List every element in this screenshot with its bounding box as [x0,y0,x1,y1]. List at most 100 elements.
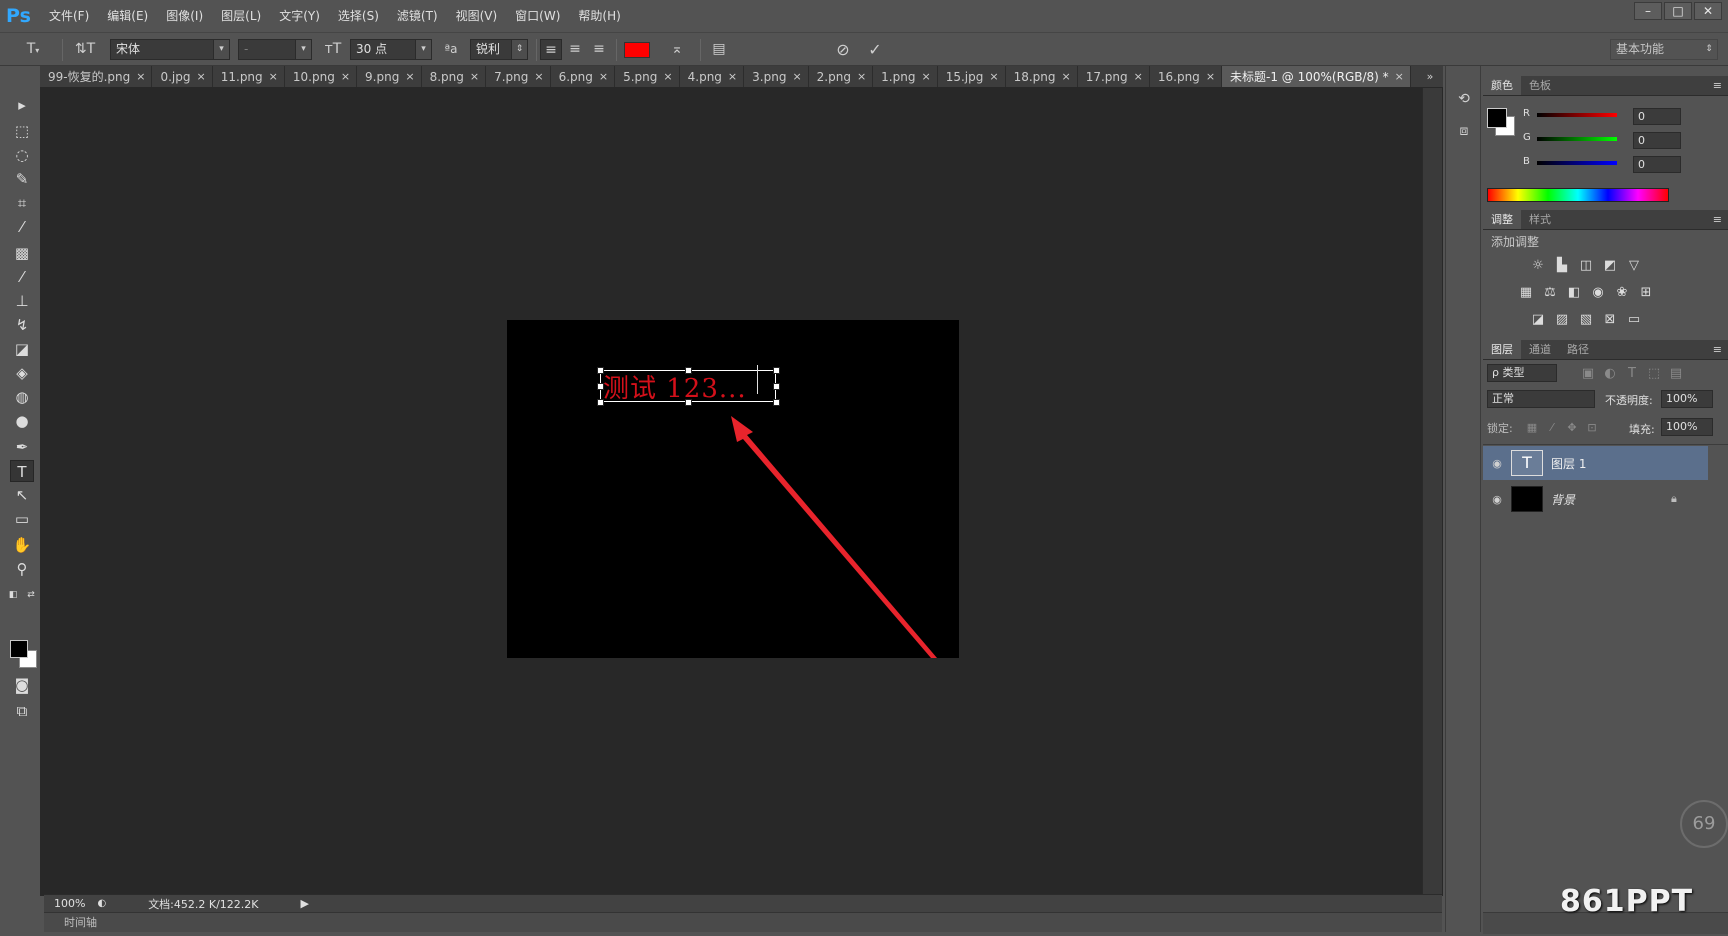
commit-edit-icon[interactable]: ✓ [864,39,886,60]
tab-adjustments[interactable]: 调整 [1483,210,1521,229]
layer-name[interactable]: 背景 [1551,491,1671,508]
hue-saturation-icon[interactable]: ▦ [1517,285,1535,301]
zoom-level[interactable]: 100% [54,897,85,910]
tab-paths[interactable]: 路径 [1559,340,1597,359]
threshold-icon[interactable]: ▧ [1577,312,1595,328]
default-colors-icon[interactable]: ◧ [6,584,20,606]
menu-help[interactable]: 帮助(H) [569,0,629,32]
antialias-select[interactable]: 锐利 ⇕ [470,39,528,60]
blue-slider[interactable] [1537,161,1617,165]
layer-filter-select[interactable]: ρ 类型 [1487,364,1557,382]
type-tool-icon[interactable]: T [10,460,34,482]
tab-close-icon[interactable]: × [1395,66,1404,87]
layer-row[interactable]: ◉ 背景 🔒︎ [1483,482,1708,516]
tab-close-icon[interactable]: × [197,66,206,87]
lasso-tool-icon[interactable]: ◌ [10,144,34,166]
document-tab[interactable]: 11.png × [213,66,285,87]
document-tab[interactable]: 6.png × [551,66,616,87]
menu-filter[interactable]: 滤镜(T) [388,0,447,32]
quick-mask-icon[interactable]: ◙ [10,674,34,696]
font-size-select[interactable]: 30 点 ▾ [350,39,432,60]
document-tab[interactable]: 99-恢复的.png × [40,66,153,87]
black-white-icon[interactable]: ◧ [1565,285,1583,301]
screen-mode-icon[interactable]: ⧉ [10,700,34,722]
color-spectrum-bar[interactable] [1487,188,1669,202]
channel-mixer-icon[interactable]: ❀ [1613,285,1631,301]
workspace-select[interactable]: 基本功能 ⇕ [1610,39,1718,60]
swap-colors-icon[interactable]: ⇄ [24,584,38,606]
lock-position-icon[interactable]: ✥ [1563,420,1581,436]
lock-pixels-icon[interactable]: ⁄ [1543,420,1561,436]
tab-close-icon[interactable]: × [269,66,278,87]
document-tab[interactable]: 7.png × [486,66,551,87]
character-panel-icon[interactable]: ▤ [708,39,730,60]
tab-close-icon[interactable]: × [792,66,801,87]
path-select-tool-icon[interactable]: ↖ [10,484,34,506]
align-right-icon[interactable]: ≡ [588,39,610,60]
document-tab[interactable]: 4.png × [680,66,745,87]
lock-transparent-icon[interactable]: ▦ [1523,420,1541,436]
tab-color[interactable]: 颜色 [1483,76,1521,95]
pen-tool-icon[interactable]: ✒ [10,436,34,458]
brush-tool-icon[interactable]: ⁄ [10,266,34,288]
properties-panel-icon[interactable]: ⧈ [1453,120,1475,142]
tab-close-icon[interactable]: × [470,66,479,87]
document-tab[interactable]: 3.png × [744,66,809,87]
document-tab[interactable]: 15.jpg × [938,66,1006,87]
filter-pixel-icon[interactable]: ▣ [1579,366,1597,382]
posterize-icon[interactable]: ▨ [1553,312,1571,328]
brightness-icon[interactable]: ☼ [1529,258,1547,274]
foreground-color-swatch[interactable] [10,640,28,658]
curves-icon[interactable]: ◫ [1577,258,1595,274]
filter-adjustment-icon[interactable]: ◐ [1601,366,1619,382]
visibility-eye-icon[interactable]: ◉ [1483,493,1511,506]
blur-tool-icon[interactable]: ◍ [10,386,34,408]
layer-name[interactable]: 图层 1 [1551,455,1586,472]
document-canvas[interactable]: 测试 123... [507,320,959,658]
layer-row[interactable]: ◉ T 图层 1 [1483,446,1708,480]
tab-close-icon[interactable]: × [1134,66,1143,87]
gradient-map-icon[interactable]: ▭ [1625,312,1643,328]
status-info-icon[interactable]: ◐ [97,898,106,909]
tab-close-icon[interactable]: × [857,66,866,87]
marquee-tool-icon[interactable]: ⬚ [10,120,34,142]
tab-layers[interactable]: 图层 [1483,340,1521,359]
tab-styles[interactable]: 样式 [1521,210,1559,229]
green-slider[interactable] [1537,137,1617,141]
color-lookup-icon[interactable]: ⊞ [1637,285,1655,301]
blend-mode-select[interactable]: 正常 [1487,390,1595,408]
font-family-select[interactable]: 宋体 ▾ [110,39,230,60]
menu-layer[interactable]: 图层(L) [212,0,270,32]
paint-bucket-tool-icon[interactable]: ◈ [10,362,34,384]
close-window-button[interactable]: ✕ [1694,2,1722,20]
exposure-icon[interactable]: ◩ [1601,258,1619,274]
levels-icon[interactable]: ▙ [1553,258,1571,274]
stamp-tool-icon[interactable]: ⊥ [10,290,34,312]
menu-type[interactable]: 文字(Y) [270,0,329,32]
tab-close-icon[interactable]: × [1206,66,1215,87]
tab-swatches[interactable]: 色板 [1521,76,1559,95]
menu-image[interactable]: 图像(I) [157,0,212,32]
document-tab[interactable]: 8.png × [422,66,487,87]
vertical-scrollbar[interactable] [1422,88,1442,896]
tab-close-icon[interactable]: × [599,66,608,87]
eyedropper-tool-icon[interactable]: ⁄ [10,216,34,238]
filter-type-icon[interactable]: T [1623,366,1641,382]
document-tab[interactable]: 1.png × [873,66,938,87]
tab-close-icon[interactable]: × [989,66,998,87]
tab-close-icon[interactable]: × [534,66,543,87]
filter-smart-object-icon[interactable]: ▤ [1667,366,1685,382]
color-panel-foreground[interactable] [1487,108,1507,128]
align-center-icon[interactable]: ≡ [564,39,586,60]
document-tab[interactable]: 9.png × [357,66,422,87]
hand-tool-icon[interactable]: ✋ [10,534,34,556]
canvas-area[interactable]: 测试 123... [40,88,1443,896]
history-brush-tool-icon[interactable]: ↯ [10,314,34,336]
text-orientation-icon[interactable]: ⇅T [74,39,96,60]
document-tab[interactable]: 10.png × [285,66,358,87]
rectangle-tool-icon[interactable]: ▭ [10,508,34,530]
crop-tool-icon[interactable]: ⌗ [10,192,34,214]
blue-value-field[interactable]: 0 [1633,156,1681,173]
red-slider[interactable] [1537,113,1617,117]
healing-brush-tool-icon[interactable]: ▩ [10,242,34,264]
